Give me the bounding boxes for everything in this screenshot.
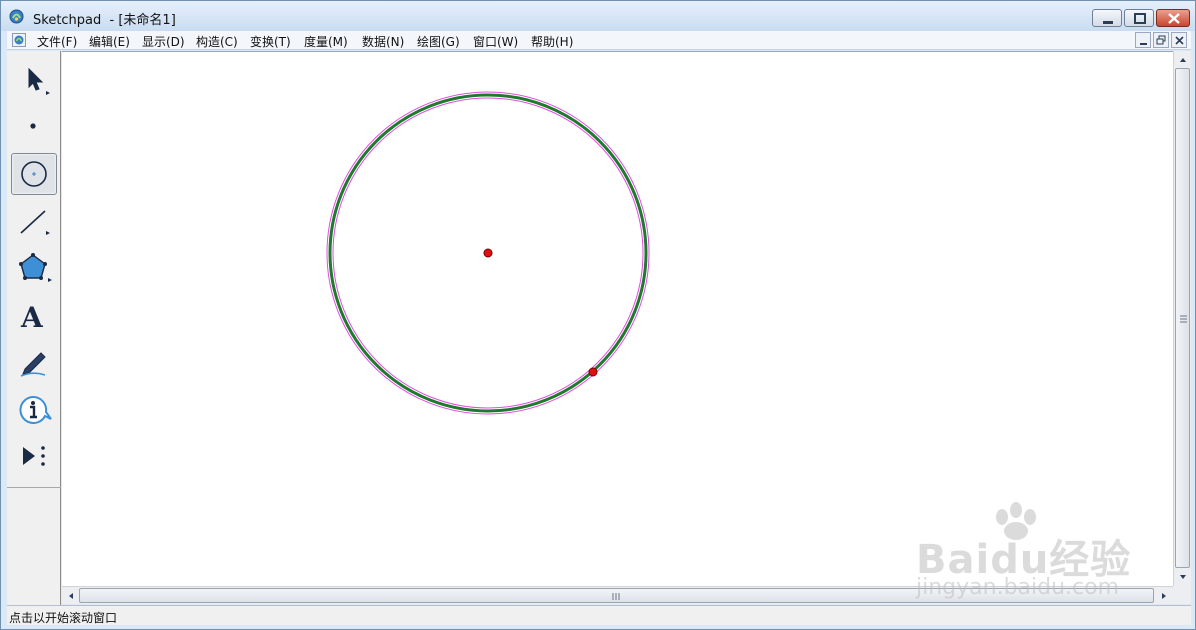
status-text: 点击以开始滚动窗口 [9,611,118,625]
grip-icon [1180,315,1187,323]
maximize-button[interactable] [1124,9,1154,27]
document-minimize-button[interactable] [1135,32,1151,48]
menu-file[interactable]: 文件(F) [37,33,77,50]
scrollbar-corner [1173,586,1191,604]
window-title: Sketchpad - [未命名1] [33,13,176,28]
arrow-icon [28,67,50,95]
marker-pen-icon [20,352,46,377]
scroll-right-icon[interactable] [1156,588,1172,604]
document-icon[interactable] [12,33,26,47]
polygon-tool[interactable] [11,247,57,289]
compass-tool[interactable] [11,153,57,195]
center-point[interactable] [483,248,493,258]
close-icon [1168,13,1180,24]
title-bar[interactable]: Sketchpad - [未命名1] [1,1,1195,31]
point-tool[interactable] [11,105,57,147]
minimize-button[interactable] [1092,9,1122,27]
menu-help[interactable]: 帮助(H) [531,33,573,50]
minimize-icon [1140,43,1147,45]
scroll-up-icon[interactable] [1175,52,1191,68]
menu-window[interactable]: 窗口(W) [473,33,518,50]
vertical-scrollbar[interactable] [1173,51,1191,586]
menu-display[interactable]: 显示(D) [142,33,185,50]
straightedge-tool[interactable] [11,201,57,243]
menu-transform[interactable]: 变换(T) [250,33,291,50]
compass-circle-icon [21,161,47,187]
info-icon [19,395,52,424]
svg-text:A: A [20,301,44,334]
text-tool[interactable]: A [11,295,57,337]
custom-tool-icon [23,446,45,466]
text-icon: A [20,301,44,334]
marker-tool[interactable] [11,341,57,383]
point-icon [30,123,36,129]
menu-graph[interactable]: 绘图(G) [417,33,460,50]
close-button[interactable] [1156,9,1190,27]
menu-data[interactable]: 数据(N) [362,33,404,50]
document-close-button[interactable] [1171,32,1187,48]
sketchpad-app-icon [9,9,24,24]
menu-construct[interactable]: 构造(C) [196,33,238,50]
close-icon [1175,36,1184,45]
vertical-scroll-thumb[interactable] [1175,68,1190,568]
pentagon-icon [19,253,52,282]
document-restore-button[interactable] [1153,32,1169,48]
watermark-url: jingyan.baidu.com [916,575,1120,600]
restore-icon [1134,13,1146,24]
sketchpad-window: Sketchpad - [未命名1] 文件(F) 编辑(E) 显示(D) 构造(… [0,0,1196,630]
scroll-left-icon[interactable] [63,588,79,604]
line-segment-icon [20,210,50,235]
menu-bar: 文件(F) 编辑(E) 显示(D) 构造(C) 变换(T) 度量(M) 数据(N… [7,31,1191,50]
custom-tool[interactable] [11,435,57,477]
menu-measure[interactable]: 度量(M) [304,33,348,50]
toolbox-divider [7,487,61,488]
information-tool[interactable] [11,389,57,431]
scroll-down-icon[interactable] [1175,569,1191,585]
radius-point[interactable] [588,367,598,377]
menu-edit[interactable]: 编辑(E) [89,33,130,50]
toolbox: A [7,51,61,605]
arrow-select-tool[interactable] [11,57,57,99]
baidu-jingyan-watermark: Baidu经验 jingyan.baidu.com [916,501,1146,611]
restore-icon [1156,35,1166,45]
minimize-icon [1103,21,1113,24]
